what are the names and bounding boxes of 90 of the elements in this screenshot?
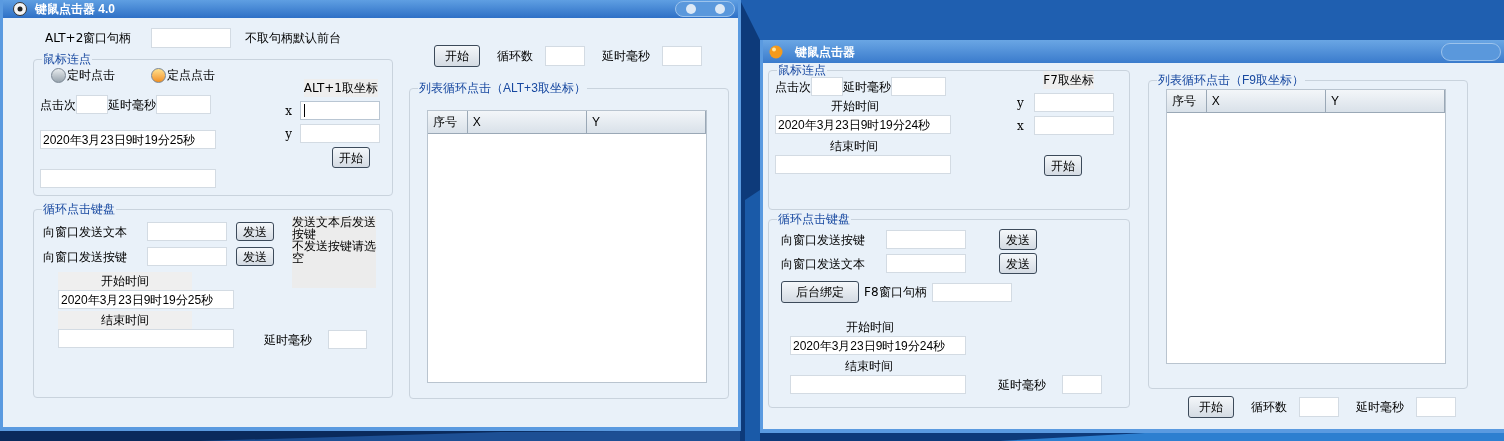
label: 向窗口发送按键 bbox=[781, 231, 866, 249]
label: 点击次 bbox=[40, 96, 76, 114]
label: 延时毫秒 bbox=[602, 48, 650, 65]
label: F7取坐标 bbox=[1043, 71, 1094, 89]
text-field[interactable] bbox=[545, 46, 585, 66]
group-title: 列表循环点击（F9取坐标） bbox=[1157, 73, 1305, 87]
text-field[interactable] bbox=[156, 95, 211, 114]
text-field[interactable]: 2020年3月23日9时19分25秒 bbox=[58, 290, 234, 309]
text-field[interactable] bbox=[662, 46, 702, 66]
start-button[interactable]: 开始 bbox=[332, 147, 370, 168]
label: 开始时间 bbox=[846, 319, 895, 336]
label: 循环数 bbox=[497, 48, 533, 65]
text-field[interactable] bbox=[300, 124, 380, 143]
bind-button[interactable]: 后台绑定 bbox=[781, 281, 859, 303]
start-button[interactable]: 开始 bbox=[1043, 155, 1082, 176]
label: 向窗口发送文本 bbox=[43, 223, 128, 241]
text-cursor bbox=[304, 104, 305, 117]
text-field[interactable] bbox=[891, 77, 946, 96]
group-title: 列表循环点击（ALT+3取坐标） bbox=[418, 81, 587, 95]
text-field[interactable] bbox=[790, 375, 966, 394]
window-title: 键鼠点击器 bbox=[795, 43, 855, 61]
label: 延时毫秒 bbox=[843, 78, 891, 96]
column-header[interactable]: Y bbox=[586, 111, 706, 133]
group-title: 鼠标连点 bbox=[42, 52, 92, 66]
column-header[interactable]: 序号 bbox=[428, 111, 468, 133]
label: ALT+2窗口句柄 bbox=[45, 29, 132, 47]
label: 点击次 bbox=[775, 78, 811, 96]
radio-option[interactable]: 定时点击 bbox=[51, 66, 115, 84]
label: 延时毫秒 bbox=[264, 331, 312, 349]
label: 延时毫秒 bbox=[1356, 399, 1404, 416]
text-field[interactable] bbox=[886, 230, 966, 249]
app-icon bbox=[769, 44, 783, 59]
label: y bbox=[285, 125, 292, 143]
text-field[interactable] bbox=[147, 247, 227, 266]
column-header[interactable]: X bbox=[467, 111, 587, 133]
app-icon bbox=[13, 2, 27, 16]
group-title: 鼠标连点 bbox=[777, 63, 827, 77]
label: ALT+1取坐标 bbox=[303, 79, 378, 97]
text-field[interactable] bbox=[811, 77, 843, 96]
radio-option[interactable]: 定点点击 bbox=[151, 66, 215, 84]
text-field[interactable] bbox=[1299, 397, 1339, 417]
text-field[interactable]: 2020年3月23日9时19分24秒 bbox=[775, 115, 951, 134]
text-field[interactable] bbox=[1033, 93, 1114, 112]
text-field[interactable] bbox=[1033, 116, 1114, 135]
text-field[interactable] bbox=[931, 282, 1012, 302]
text-field[interactable] bbox=[1416, 397, 1456, 417]
window-controls[interactable] bbox=[1441, 42, 1501, 61]
text-field[interactable] bbox=[1062, 375, 1102, 394]
send-button[interactable]: 发送 bbox=[999, 229, 1037, 250]
label: 结束时间 bbox=[58, 311, 192, 329]
start-button[interactable]: 开始 bbox=[1188, 396, 1234, 418]
label: 向窗口发送文本 bbox=[781, 255, 866, 273]
text-field[interactable] bbox=[886, 254, 966, 273]
text-field[interactable] bbox=[300, 101, 380, 120]
text-field[interactable] bbox=[328, 330, 367, 349]
label: F8窗口句柄 bbox=[864, 284, 927, 301]
start-button[interactable]: 开始 bbox=[434, 45, 480, 67]
column-header[interactable]: 序号 bbox=[1167, 90, 1207, 112]
text-field[interactable]: 2020年3月23日9时19分24秒 bbox=[790, 336, 966, 355]
send-button[interactable]: 发送 bbox=[236, 247, 274, 266]
text-field[interactable] bbox=[40, 169, 216, 188]
send-button[interactable]: 发送 bbox=[999, 253, 1037, 274]
hint-text: 发送文本后发送按键 不发送按键请选空 bbox=[292, 216, 376, 288]
label: 开始时间 bbox=[58, 272, 192, 290]
label: 循环数 bbox=[1251, 399, 1287, 416]
column-header[interactable]: Y bbox=[1325, 90, 1445, 112]
label: 向窗口发送按键 bbox=[43, 248, 128, 266]
label: 不取句柄默认前台 bbox=[245, 29, 342, 47]
list-view[interactable]: 序号 X Y bbox=[427, 110, 707, 383]
group-title: 循环点击键盘 bbox=[777, 212, 851, 226]
text-field[interactable] bbox=[58, 329, 234, 348]
send-button[interactable]: 发送 bbox=[236, 222, 274, 241]
label: x bbox=[1017, 117, 1024, 135]
text-field[interactable] bbox=[151, 27, 232, 48]
window-title: 键鼠点击器 4.0 bbox=[35, 1, 115, 18]
text-field[interactable] bbox=[76, 95, 108, 114]
label: y bbox=[1017, 94, 1024, 112]
label: 结束时间 bbox=[845, 358, 894, 375]
text-field[interactable] bbox=[775, 155, 951, 174]
column-header[interactable]: X bbox=[1206, 90, 1326, 112]
label: 结束时间 bbox=[830, 138, 879, 155]
label: x bbox=[285, 102, 292, 120]
label: 开始时间 bbox=[831, 98, 880, 115]
window-controls[interactable] bbox=[675, 1, 735, 17]
text-field[interactable] bbox=[147, 222, 227, 241]
text-field[interactable]: 2020年3月23日9时19分25秒 bbox=[40, 130, 216, 149]
group-title: 循环点击键盘 bbox=[42, 202, 116, 216]
label: 延时毫秒 bbox=[998, 376, 1046, 394]
list-view[interactable]: 序号 X Y bbox=[1166, 89, 1446, 364]
label: 延时毫秒 bbox=[108, 96, 156, 114]
